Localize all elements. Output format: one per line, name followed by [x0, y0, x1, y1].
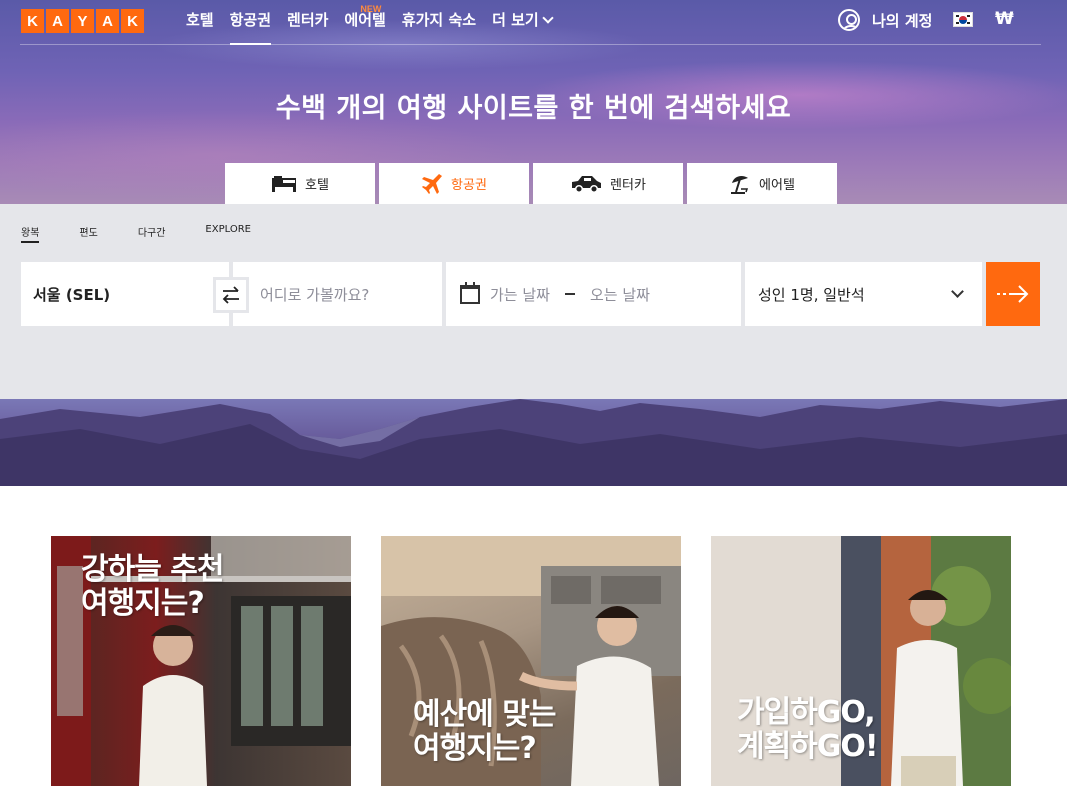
south-korea-flag-icon[interactable] — [953, 12, 973, 27]
logo-letter: A — [46, 9, 69, 33]
dates-field[interactable]: 가는 날짜 오는 날짜 — [446, 262, 741, 326]
hero-banner: K A Y A K 호텔 항공권 렌터카 NEW 에어텔 휴가지 숙소 더 보기… — [0, 0, 1067, 204]
swap-button[interactable] — [213, 277, 249, 313]
calendar-icon — [460, 281, 480, 304]
destination-placeholder: 어디로 가볼까요? — [260, 285, 370, 304]
currency-selector[interactable]: ₩ — [995, 9, 1014, 29]
tab-flights[interactable]: 항공권 — [379, 163, 529, 204]
destination-field[interactable]: 어디로 가볼까요? — [233, 262, 442, 326]
hero-headline: 수백 개의 여행 사이트를 한 번에 검색하세요 — [275, 93, 792, 124]
promo-card-signup[interactable]: 가입하GO, 계획하GO! — [711, 536, 1011, 786]
tab-packages[interactable]: 에어텔 — [687, 163, 837, 204]
account-label: 나의 계정 — [872, 11, 933, 30]
flight-search-form: 왕복 편도 다구간 EXPLORE 서울 (SEL) 어디로 가볼까요? 가는 … — [0, 204, 1067, 399]
nav-item-more[interactable]: 더 보기 — [492, 10, 554, 36]
trip-type-round-trip[interactable]: 왕복 — [21, 224, 40, 243]
trip-type-multi-city[interactable]: 다구간 — [138, 224, 166, 242]
promo-card-budget-destination[interactable]: 예산에 맞는 여행지는? — [381, 536, 681, 786]
logo-letter: A — [96, 9, 119, 33]
nav-item-packages[interactable]: NEW 에어텔 — [344, 4, 385, 36]
logo-letter: K — [21, 9, 44, 33]
travelers-value: 성인 1명, 일반석 — [758, 285, 865, 304]
depart-date-placeholder[interactable]: 가는 날짜 — [490, 284, 550, 305]
search-button[interactable] — [986, 262, 1040, 326]
promo-cards: 강하늘 추천 여행지는? 예산에 맞는 여행지는? 가입하GO, 계획하GO! — [51, 536, 1011, 786]
arrow-right-icon — [997, 285, 1029, 303]
trip-type-one-way[interactable]: 편도 — [79, 224, 97, 242]
promo-caption: 가입하GO, 계획하GO! — [737, 695, 879, 764]
logo-letter: K — [121, 9, 144, 33]
tab-hotels[interactable]: 호텔 — [225, 163, 375, 204]
chevron-down-icon — [951, 285, 964, 298]
hero-mountain-image — [0, 399, 1067, 486]
date-separator — [564, 293, 575, 295]
origin-value: 서울 (SEL) — [33, 285, 111, 304]
tab-cars[interactable]: 렌터카 — [533, 163, 683, 204]
user-icon — [838, 9, 860, 31]
origin-field[interactable]: 서울 (SEL) — [21, 262, 229, 326]
chevron-down-icon — [542, 12, 554, 24]
nav-item-vacation-rentals[interactable]: 휴가지 숙소 — [402, 10, 476, 36]
nav-item-flights[interactable]: 항공권 — [229, 10, 272, 45]
vertical-tabs: 호텔 항공권 렌터카 에어텔 — [225, 163, 837, 204]
trip-type-explore[interactable]: EXPLORE — [205, 224, 251, 242]
promo-caption: 예산에 맞는 여행지는? — [413, 697, 556, 766]
logo-letter: Y — [71, 9, 94, 33]
promo-caption: 강하늘 추천 여행지는? — [81, 552, 224, 621]
swap-arrows-icon — [222, 286, 239, 304]
plane-icon — [422, 173, 443, 194]
kayak-logo[interactable]: K A Y A K — [21, 9, 144, 33]
nav-item-hotels[interactable]: 호텔 — [186, 10, 214, 36]
bed-icon — [272, 175, 297, 192]
new-badge: NEW — [360, 4, 382, 14]
trip-type-selector: 왕복 편도 다구간 EXPLORE — [21, 224, 251, 243]
travelers-cabin-select[interactable]: 성인 1명, 일반석 — [745, 262, 982, 326]
car-icon — [572, 175, 602, 193]
promo-card-recommended-destination[interactable]: 강하늘 추천 여행지는? — [51, 536, 351, 786]
account-button[interactable]: 나의 계정 — [838, 9, 932, 31]
top-navigation: K A Y A K 호텔 항공권 렌터카 NEW 에어텔 휴가지 숙소 더 보기… — [0, 0, 1067, 46]
nav-item-cars[interactable]: 렌터카 — [287, 10, 328, 36]
return-date-placeholder[interactable]: 오는 날짜 — [590, 284, 650, 305]
beach-umbrella-icon — [731, 175, 749, 194]
